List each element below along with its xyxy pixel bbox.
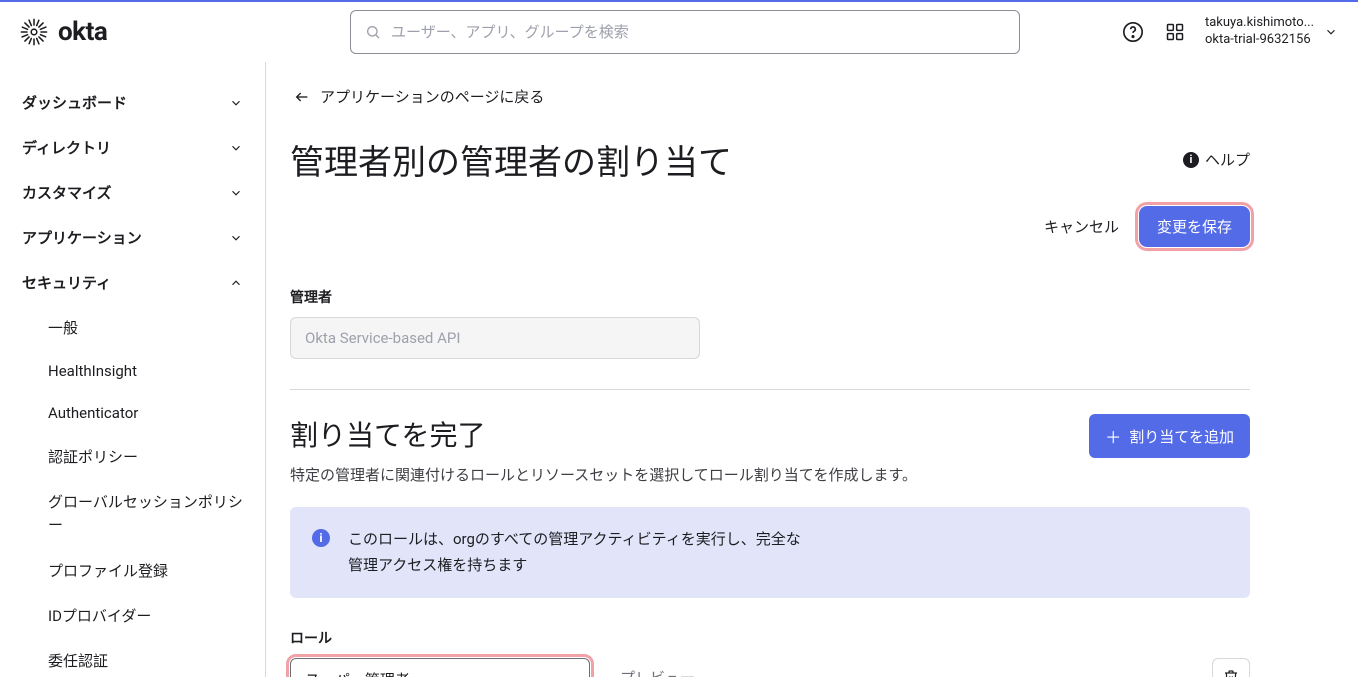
sidebar-item-security[interactable]: セキュリティ	[0, 260, 265, 305]
content-area: アプリケーションのページに戻る 管理者別の管理者の割り当て i ヘルプ キャンセ…	[266, 62, 1358, 677]
user-menu[interactable]: takuya.kishimoto... okta-trial-9632156	[1205, 15, 1338, 49]
arrow-left-icon	[294, 89, 310, 105]
logo[interactable]: okta	[20, 17, 350, 47]
complete-title: 割り当てを完了	[290, 414, 917, 454]
help-text: ヘルプ	[1205, 149, 1250, 170]
help-icon[interactable]	[1121, 20, 1145, 44]
search-input[interactable]	[391, 24, 1005, 41]
chevron-down-icon	[561, 672, 575, 677]
chevron-down-icon	[229, 231, 243, 245]
chevron-down-icon	[1324, 25, 1338, 39]
nav-label: アプリケーション	[22, 227, 142, 248]
delete-button[interactable]	[1212, 658, 1250, 677]
sidebar-item-applications[interactable]: アプリケーション	[0, 215, 265, 260]
sidebar-sub-authpolicy[interactable]: 認証ポリシー	[0, 434, 265, 479]
admin-value-field: Okta Service-based API	[290, 317, 700, 359]
sidebar-sub-general[interactable]: 一般	[0, 305, 265, 350]
plus-icon: ＋	[1105, 424, 1121, 448]
role-select[interactable]: スーパー管理者	[290, 658, 590, 677]
add-assignment-label: 割り当てを追加	[1129, 426, 1234, 447]
sidebar-item-dashboard[interactable]: ダッシュボード	[0, 80, 265, 125]
admin-field: 管理者 Okta Service-based API	[290, 287, 1250, 359]
help-link[interactable]: i ヘルプ	[1183, 149, 1250, 170]
page-title: 管理者別の管理者の割り当て	[290, 135, 732, 184]
actions-row: キャンセル 変更を保存	[290, 206, 1250, 247]
info-icon: i	[1183, 152, 1199, 168]
user-name: takuya.kishimoto...	[1205, 15, 1314, 32]
search-input-wrap[interactable]	[350, 10, 1020, 54]
sidebar-sub-delegated[interactable]: 委任認証	[0, 638, 265, 677]
sidebar-item-customize[interactable]: カスタマイズ	[0, 170, 265, 215]
admin-value: Okta Service-based API	[305, 329, 460, 347]
nav-label: カスタマイズ	[22, 182, 112, 203]
nav-label: セキュリティ	[22, 272, 111, 293]
trash-icon	[1223, 669, 1239, 677]
sidebar-sub-profile[interactable]: プロファイル登録	[0, 548, 265, 593]
topbar-right: takuya.kishimoto... okta-trial-9632156	[1121, 15, 1338, 49]
back-text: アプリケーションのページに戻る	[320, 86, 544, 107]
sun-icon	[20, 18, 48, 46]
sidebar-sub-idp[interactable]: IDプロバイダー	[0, 593, 265, 638]
sidebar: ダッシュボード ディレクトリ カスタマイズ アプリケーション セキュリティ 一般…	[0, 62, 266, 677]
complete-desc: 特定の管理者に関連付けるロールとリソースセットを選択してロール割り当てを作成しま…	[290, 464, 917, 485]
banner-text: このロールは、orgのすべての管理アクティビティを実行し、完全な管理アクセス権を…	[348, 527, 808, 578]
back-link[interactable]: アプリケーションのページに戻る	[290, 86, 1250, 107]
user-text: takuya.kishimoto... okta-trial-9632156	[1205, 15, 1314, 49]
add-assignment-button[interactable]: ＋ 割り当てを追加	[1089, 414, 1250, 458]
sidebar-item-directory[interactable]: ディレクトリ	[0, 125, 265, 170]
nav-label: ディレクトリ	[22, 137, 111, 158]
chevron-down-icon	[229, 96, 243, 110]
sidebar-sub-authenticator[interactable]: Authenticator	[0, 392, 265, 434]
nav-label: ダッシュボード	[22, 92, 127, 113]
role-value: スーパー管理者	[305, 669, 410, 677]
info-icon: i	[312, 529, 330, 547]
apps-icon[interactable]	[1163, 20, 1187, 44]
chevron-down-icon	[229, 186, 243, 200]
sidebar-sub-healthinsight[interactable]: HealthInsight	[0, 350, 265, 392]
role-row: ロール スーパー管理者 プレビュー	[290, 628, 1250, 677]
role-label: ロール	[290, 628, 590, 648]
complete-section-header: 割り当てを完了 特定の管理者に関連付けるロールとリソースセットを選択してロール割…	[290, 414, 1250, 485]
top-bar: okta takuya.kishimoto... okta-trial-9632…	[0, 2, 1358, 62]
info-banner: i このロールは、orgのすべての管理アクティビティを実行し、完全な管理アクセス…	[290, 507, 1250, 598]
brand-text: okta	[58, 17, 107, 47]
cancel-button[interactable]: キャンセル	[1044, 216, 1119, 237]
preview-link[interactable]: プレビュー	[620, 667, 695, 677]
admin-label: 管理者	[290, 287, 1250, 307]
search-wrap	[350, 10, 1121, 54]
sidebar-sub-globalsession[interactable]: グローバルセッションポリシー	[0, 479, 265, 548]
divider	[290, 389, 1250, 390]
org-name: okta-trial-9632156	[1205, 32, 1314, 49]
chevron-up-icon	[229, 276, 243, 290]
search-icon	[365, 24, 381, 40]
chevron-down-icon	[229, 141, 243, 155]
save-button[interactable]: 変更を保存	[1139, 206, 1250, 247]
